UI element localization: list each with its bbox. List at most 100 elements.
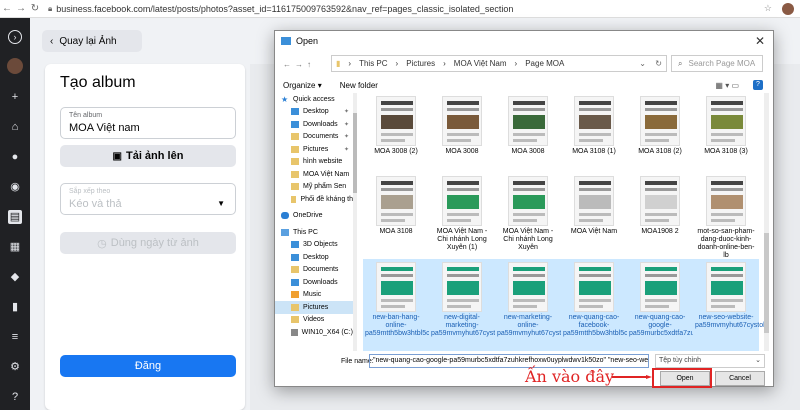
file-name: MOA Việt Nam - Chi nhánh Long Xuyên bbox=[502, 228, 554, 251]
file-thumbnail bbox=[640, 96, 680, 146]
nav-item[interactable]: ★ Quick access bbox=[275, 93, 353, 106]
page-avatar[interactable] bbox=[7, 58, 23, 74]
file-item[interactable]: MOA 3108 bbox=[363, 173, 429, 257]
settings-icon[interactable]: ⚙ bbox=[8, 360, 22, 374]
album-name-field[interactable]: Tên album MOA Việt nam bbox=[60, 107, 236, 139]
back-to-photos-button[interactable]: ‹ Quay lại Ảnh bbox=[42, 30, 142, 52]
file-item[interactable]: new-digital-marketing-pa59mvmyhut67cysto… bbox=[429, 259, 557, 351]
pin-icon: ✦ bbox=[343, 109, 349, 116]
nav-item[interactable]: Documents bbox=[275, 264, 353, 277]
nav-item[interactable]: 3D Objects bbox=[275, 239, 353, 252]
nav-item[interactable]: Music bbox=[275, 289, 353, 302]
nav-item[interactable]: Phối đề kháng th bbox=[275, 193, 353, 206]
file-item[interactable]: new-ban-hang-online-pa59mtth5bw3htbl5c2y… bbox=[363, 259, 497, 351]
left-navigation-rail: › + ⌂ ● ◉ ▤ ▦ ◆ ▮ ≡ ⚙ ? bbox=[0, 18, 30, 410]
file-item[interactable]: mot-so-san-pham-dang-duoc-kinh-doanh-onl… bbox=[693, 173, 759, 259]
collapse-icon[interactable]: › bbox=[8, 30, 22, 44]
file-item[interactable]: MOA Việt Nam - Chi nhánh Long Xuyên (1) bbox=[429, 173, 495, 257]
refresh-icon[interactable]: ↻ bbox=[655, 59, 662, 68]
organize-button[interactable]: Organize ▾ bbox=[283, 81, 322, 90]
nav-scrollbar[interactable] bbox=[353, 93, 357, 351]
nav-item[interactable]: Desktop bbox=[275, 251, 353, 264]
nav-item[interactable]: Desktop ✦ bbox=[275, 106, 353, 119]
file-thumbnail bbox=[376, 176, 416, 226]
file-item[interactable]: MOA Việt Nam bbox=[561, 173, 627, 257]
nav-item[interactable]: hình website bbox=[275, 156, 353, 169]
url-text[interactable]: business.facebook.com/latest/posts/photo… bbox=[56, 4, 513, 14]
posts-icon[interactable]: ▤ bbox=[8, 210, 22, 224]
file-item[interactable]: MOA Việt Nam - Chi nhánh Long Xuyên bbox=[495, 173, 561, 257]
files-scrollbar[interactable] bbox=[764, 93, 769, 351]
bookmark-star-icon[interactable]: ☆ bbox=[764, 3, 772, 14]
nav-item[interactable]: OneDrive bbox=[275, 210, 353, 223]
nav-item[interactable]: Pictures bbox=[275, 301, 353, 314]
forward-arrow-icon[interactable]: → bbox=[295, 60, 307, 69]
inbox-icon[interactable]: ◉ bbox=[8, 180, 22, 194]
view-options-icon[interactable]: ▦ ▾ ▭ bbox=[715, 81, 739, 90]
file-item[interactable]: new-seo-website-pa59mvmyhut67cystobmewki… bbox=[693, 259, 765, 351]
nav-item[interactable]: MOA Việt Nam bbox=[275, 168, 353, 181]
nav-item[interactable]: Pictures ✦ bbox=[275, 143, 353, 156]
nav-item[interactable]: Downloads ✦ bbox=[275, 118, 353, 131]
forward-arrow-icon[interactable]: → bbox=[14, 3, 28, 14]
file-item[interactable]: new-quang-cao-google-pa59murbc5xdtfa7zuh… bbox=[627, 259, 758, 351]
cancel-button[interactable]: Cancel bbox=[715, 371, 765, 386]
breadcrumb-item[interactable]: Page MOA bbox=[525, 59, 564, 68]
file-type-select[interactable]: Tệp tùy chỉnh ⌄ bbox=[655, 354, 765, 368]
help-icon[interactable]: ? bbox=[753, 80, 763, 90]
music-icon bbox=[291, 291, 299, 299]
lock-icon: 🔒︎ bbox=[48, 3, 53, 13]
file-type-value: Tệp tùy chỉnh bbox=[659, 357, 702, 364]
file-item[interactable]: MOA 3108 (2) bbox=[627, 93, 693, 171]
breadcrumb-item[interactable]: Pictures bbox=[406, 59, 435, 68]
notifications-icon[interactable]: ● bbox=[8, 150, 22, 164]
nav-item[interactable]: Documents ✦ bbox=[275, 131, 353, 144]
file-item[interactable]: MOA 3008 bbox=[429, 93, 495, 171]
path-breadcrumb[interactable]: ▮ › This PC › Pictures › MOA Việt Nam › … bbox=[331, 55, 667, 72]
close-icon[interactable]: ✕ bbox=[755, 34, 765, 48]
nav-item[interactable]: WIN10_X64 (C:) bbox=[275, 326, 353, 339]
chevron-icon: › bbox=[395, 59, 399, 68]
back-arrow-icon[interactable]: ← bbox=[283, 60, 295, 69]
file-item[interactable]: new-quang-cao-facebook-pa59mtth5bw3htbl5… bbox=[561, 259, 687, 351]
file-item[interactable]: MOA 3108 (1) bbox=[561, 93, 627, 171]
file-item[interactable]: MOA 3008 (2) bbox=[363, 93, 429, 171]
computer-icon bbox=[281, 228, 289, 236]
folder-icon bbox=[291, 278, 299, 286]
file-name-input[interactable]: "new-quang-cao-google-pa59murbc5xdtfa7zu… bbox=[369, 354, 649, 368]
file-item[interactable]: MOA1908 2 bbox=[627, 173, 693, 257]
file-item[interactable]: MOA 3008 bbox=[495, 93, 561, 171]
nav-item-label: Pictures bbox=[303, 145, 329, 153]
nav-item-label: Documents bbox=[303, 133, 339, 141]
sort-select[interactable]: Sắp xếp theo Kéo và thả ▼ bbox=[60, 183, 236, 215]
post-button[interactable]: Đăng bbox=[60, 355, 236, 377]
search-placeholder: Search Page MOA bbox=[688, 59, 756, 68]
browser-address-bar: ← → ↻ 🔒︎ business.facebook.com/latest/po… bbox=[0, 0, 800, 18]
nav-item[interactable]: Videos bbox=[275, 314, 353, 327]
search-input[interactable]: ⌕ Search Page MOA bbox=[671, 55, 763, 72]
help-icon[interactable]: ? bbox=[8, 390, 22, 404]
chevron-down-icon[interactable]: ⌄ bbox=[639, 59, 646, 68]
up-arrow-icon[interactable]: ↑ bbox=[307, 60, 319, 69]
file-name: new-seo-website-pa59mvmyhut67cystobmewki… bbox=[695, 314, 765, 329]
reload-icon[interactable]: ↻ bbox=[28, 3, 42, 14]
nav-item[interactable]: Mỹ phẩm Sen bbox=[275, 181, 353, 194]
breadcrumb-item[interactable]: This PC bbox=[359, 59, 387, 68]
create-icon[interactable]: + bbox=[8, 90, 22, 104]
file-thumbnail bbox=[508, 262, 548, 312]
file-item[interactable]: new-marketing-online-pa59mvmyhut67cystob… bbox=[495, 259, 620, 351]
calendar-icon[interactable]: ▦ bbox=[8, 240, 22, 254]
new-folder-button[interactable]: New folder bbox=[340, 81, 378, 90]
upload-photos-button[interactable]: ▣ Tải ảnh lên bbox=[60, 145, 236, 167]
back-arrow-icon[interactable]: ← bbox=[0, 3, 14, 14]
nav-item[interactable]: This PC bbox=[275, 226, 353, 239]
ads-icon[interactable]: ◆ bbox=[8, 270, 22, 284]
menu-icon[interactable]: ≡ bbox=[8, 330, 22, 344]
insights-icon[interactable]: ▮ bbox=[8, 300, 22, 314]
breadcrumb-item[interactable]: MOA Việt Nam bbox=[454, 59, 507, 68]
home-icon[interactable]: ⌂ bbox=[8, 120, 22, 134]
profile-avatar[interactable] bbox=[782, 3, 794, 15]
nav-item[interactable]: Downloads bbox=[275, 276, 353, 289]
file-item[interactable]: MOA 3108 (3) bbox=[693, 93, 759, 171]
disk-icon bbox=[291, 328, 298, 336]
